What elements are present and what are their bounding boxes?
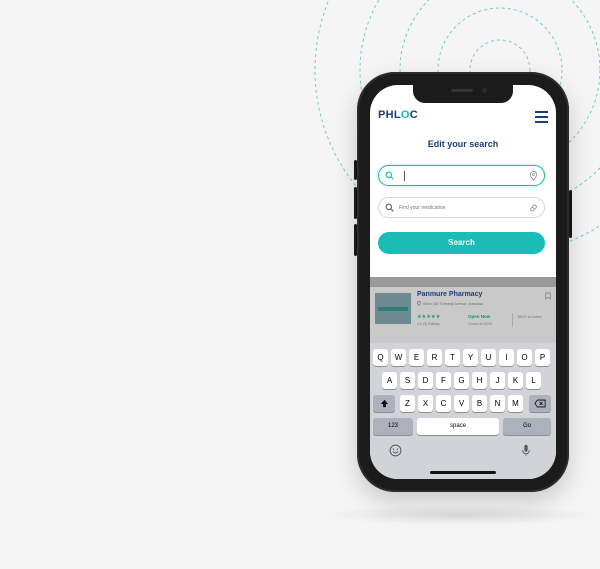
search-icon (385, 171, 394, 180)
bookmark-icon[interactable] (545, 292, 551, 300)
page-title: Edit your search (427, 139, 499, 149)
key-h[interactable]: H (472, 372, 487, 389)
keyboard-row-1: Q W E R T Y U I O P (370, 349, 556, 366)
key-e[interactable]: E (409, 349, 424, 366)
key-c[interactable]: C (436, 395, 451, 412)
pharmacy-name[interactable]: Panmure Pharmacy (417, 291, 482, 298)
pharmacy-photo (375, 293, 411, 324)
search-icon (385, 203, 394, 212)
key-t[interactable]: T (445, 349, 460, 366)
key-l[interactable]: L (526, 372, 541, 389)
backspace-icon[interactable] (529, 395, 551, 412)
open-status: Open Now (468, 314, 491, 319)
pharmacy-result-card[interactable]: Panmure Pharmacy 980m | 42 Ti Irirangi A… (370, 287, 556, 345)
logo-text-o: O (400, 109, 410, 121)
key-u[interactable]: U (481, 349, 496, 366)
key-o[interactable]: O (517, 349, 532, 366)
space-key[interactable]: space (417, 418, 499, 435)
review-info: $6/10 at review (518, 315, 542, 319)
go-key[interactable]: Go (503, 418, 551, 435)
medication-input[interactable] (399, 201, 519, 214)
phone-shadow (320, 505, 600, 525)
key-v[interactable]: V (454, 395, 469, 412)
logo-text-prefix: PHL (378, 109, 401, 121)
keyboard-row-3: Z X C V B N M (370, 395, 556, 412)
volume-up-button (354, 187, 357, 219)
mute-switch (354, 160, 357, 180)
key-g[interactable]: G (454, 372, 469, 389)
logo-text-suffix: C (409, 109, 419, 121)
shift-icon[interactable] (373, 395, 395, 412)
microphone-icon[interactable] (521, 444, 531, 457)
key-d[interactable]: D (418, 372, 433, 389)
key-f[interactable]: F (436, 372, 451, 389)
key-q[interactable]: Q (373, 349, 388, 366)
numbers-key[interactable]: 123 (373, 418, 413, 435)
key-k[interactable]: K (508, 372, 523, 389)
key-r[interactable]: R (427, 349, 442, 366)
key-j[interactable]: J (490, 372, 505, 389)
search-button[interactable]: Search (378, 232, 545, 254)
card-divider (512, 313, 513, 327)
key-n[interactable]: N (490, 395, 505, 412)
closing-time: Closes at 18:00 (468, 322, 493, 326)
key-s[interactable]: S (400, 372, 415, 389)
pharmacy-address: 980m | 42 Ti Irirangi Avenue, Manukau (423, 302, 483, 306)
speaker-grille (451, 89, 473, 92)
phone-mockup: PHLOC Edit your search Find your medicat… (354, 72, 572, 492)
ios-keyboard: Q W E R T Y U I O P A S D F G H J K L Z … (370, 343, 556, 479)
keyboard-row-4: 123 space Go (370, 418, 556, 435)
key-z[interactable]: Z (400, 395, 415, 412)
keyboard-row-2: A S D F G H J K L (370, 372, 556, 389)
pill-icon (530, 204, 537, 212)
key-p[interactable]: P (535, 349, 550, 366)
rating-stars: ★★★★★ (417, 314, 441, 320)
results-divider (370, 277, 556, 287)
location-field[interactable] (378, 165, 545, 186)
app-header: PHLOC (370, 105, 556, 131)
key-a[interactable]: A (382, 372, 397, 389)
key-m[interactable]: M (508, 395, 523, 412)
key-y[interactable]: Y (463, 349, 478, 366)
rating-count: 4.6 (3) Ratings (417, 322, 440, 326)
phone-screen: PHLOC Edit your search Find your medicat… (370, 85, 556, 479)
power-button (569, 190, 572, 238)
medication-field[interactable] (378, 197, 545, 218)
notch (413, 85, 513, 103)
hamburger-menu-icon[interactable] (535, 111, 548, 123)
front-camera (482, 88, 487, 93)
phloc-logo[interactable]: PHLOC (378, 109, 418, 121)
text-cursor (404, 171, 405, 181)
location-pin-icon[interactable] (529, 171, 538, 181)
key-x[interactable]: X (418, 395, 433, 412)
emoji-icon[interactable] (389, 444, 402, 457)
key-b[interactable]: B (472, 395, 487, 412)
volume-down-button (354, 224, 357, 256)
location-pin-icon (417, 301, 421, 306)
home-indicator (430, 471, 496, 474)
key-i[interactable]: I (499, 349, 514, 366)
key-w[interactable]: W (391, 349, 406, 366)
